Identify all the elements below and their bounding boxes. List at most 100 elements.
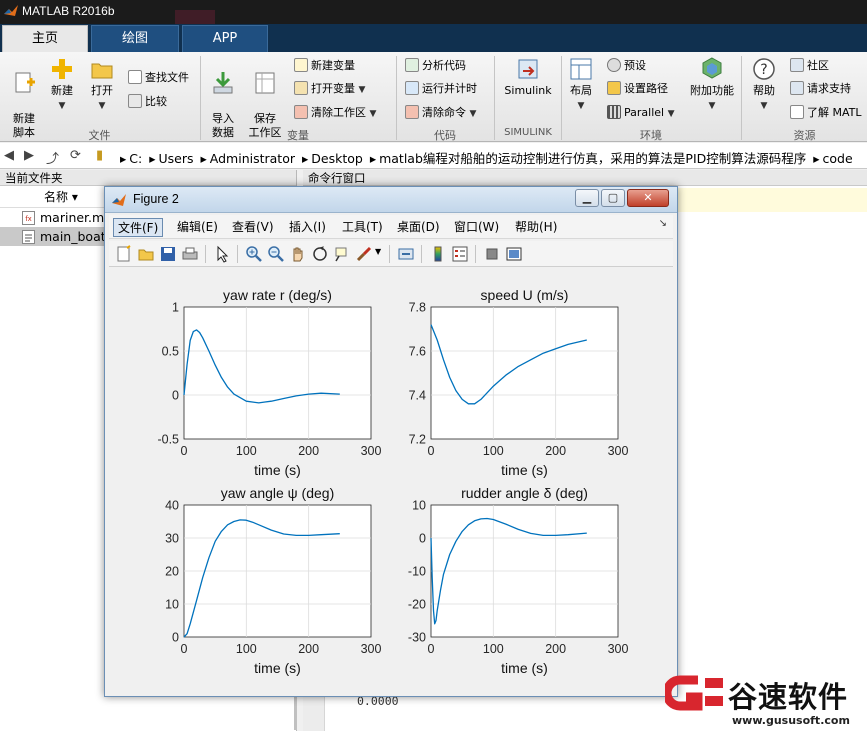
layout-button[interactable]: 布局 ▼ (557, 56, 605, 113)
layout-icon (570, 58, 592, 80)
forward-arrow-icon[interactable]: ▶ (24, 148, 34, 163)
hide-plot-tools-icon[interactable] (483, 245, 501, 263)
figure-menubar: 文件(F) 编辑(E) 查看(V) 插入(I) 工具(T) 桌面(D) 窗口(W… (109, 215, 673, 239)
community-label: 社区 (807, 59, 829, 72)
x-tick-label: 100 (236, 642, 257, 656)
x-tick-label: 100 (483, 642, 504, 656)
tab-home[interactable]: 主页 (2, 25, 88, 52)
rotate-3d-icon[interactable] (311, 245, 329, 263)
parallel-icon (607, 105, 621, 119)
addons-button[interactable]: 附加功能 ▼ (686, 56, 738, 113)
clear-workspace-icon (294, 105, 308, 119)
menu-desktop[interactable]: 桌面(D) (393, 218, 444, 237)
learn-matlab-icon (790, 105, 804, 119)
axes-title: yaw rate r (deg/s) (223, 287, 332, 303)
menu-window[interactable]: 窗口(W) (450, 218, 503, 237)
new-variable-label: 新建变量 (311, 59, 355, 72)
breadcrumb-segment[interactable]: C: (129, 151, 142, 166)
data-cursor-icon[interactable] (333, 245, 351, 263)
community-button[interactable]: 社区 (790, 56, 829, 76)
new-variable-button[interactable]: 新建变量 (294, 56, 355, 76)
y-tick-label: -10 (408, 565, 426, 579)
show-plot-tools-icon[interactable] (505, 245, 523, 263)
legend-icon[interactable] (451, 245, 469, 263)
help-button[interactable]: ? 帮助 ▼ (740, 56, 788, 113)
brush-icon[interactable] (355, 245, 373, 263)
community-icon (790, 58, 804, 72)
command-window-title: 命令行窗口 (303, 170, 867, 186)
learn-matlab-button[interactable]: 了解 MATL (790, 103, 862, 123)
app-title: MATLAB R2016b (22, 4, 115, 18)
compare-button[interactable]: 比较 (128, 92, 167, 112)
new-figure-icon[interactable] (115, 245, 133, 263)
menu-view[interactable]: 查看(V) (228, 218, 278, 237)
pan-hand-icon[interactable] (289, 245, 307, 263)
learn-matlab-label: 了解 MATL (807, 106, 862, 119)
preferences-label: 预设 (624, 59, 646, 72)
analyze-code-button[interactable]: 分析代码 (405, 56, 466, 76)
menu-file[interactable]: 文件(F) (113, 218, 164, 237)
back-arrow-icon[interactable]: ◀ (4, 148, 14, 163)
simulink-button[interactable]: Simulink (500, 56, 556, 98)
y-tick-label: -20 (408, 598, 426, 612)
folder-open-icon (91, 63, 113, 79)
script-file-icon (22, 230, 35, 244)
y-tick-label: 10 (412, 499, 426, 513)
open-file-icon[interactable] (137, 245, 155, 263)
dock-arrow-icon[interactable]: ↘ (659, 218, 667, 229)
clear-workspace-button[interactable]: 清除工作区 ▼ (294, 103, 376, 123)
y-tick-label: 0 (172, 631, 179, 645)
colorbar-icon[interactable] (429, 245, 447, 263)
maximize-button[interactable]: ▢ (601, 189, 625, 207)
find-files-icon (128, 70, 142, 84)
tab-apps[interactable]: APP (182, 25, 268, 52)
find-files-button[interactable]: 查找文件 (128, 68, 189, 88)
request-support-icon (790, 81, 804, 95)
breadcrumb-segment[interactable]: matlab编程对船舶的运动控制进行仿真，采用的算法是PID控制算法源码程序 (379, 151, 806, 166)
help-label: 帮助 (753, 84, 775, 97)
breadcrumb-segment[interactable]: code (823, 151, 853, 166)
address-bar: ◀ ▶ ⤴ ⟳ ▮ ▸ C: ▸ Users ▸ Administrator ▸ Des… (0, 143, 867, 169)
open-button[interactable]: 打开 ▼ (78, 56, 126, 113)
run-and-time-button[interactable]: 运行并计时 (405, 79, 477, 99)
print-icon[interactable] (181, 245, 199, 263)
clear-commands-button[interactable]: 清除命令 ▼ (405, 103, 476, 123)
import-data-icon (213, 72, 233, 94)
new-icon (52, 59, 72, 79)
up-folder-icon[interactable]: ⤴ (46, 148, 59, 167)
open-variable-button[interactable]: 打开变量 ▼ (294, 79, 365, 99)
matlab-titlebar: MATLAB R2016b (0, 0, 867, 24)
link-plot-icon[interactable] (397, 245, 415, 263)
menu-insert[interactable]: 插入(I) (285, 218, 330, 237)
menu-edit[interactable]: 编辑(E) (173, 218, 222, 237)
clear-commands-icon (405, 105, 419, 119)
y-tick-label: 40 (165, 499, 179, 513)
zoom-in-icon[interactable] (245, 245, 263, 263)
breadcrumb-segment[interactable]: Users (159, 151, 194, 166)
pointer-icon[interactable] (213, 245, 231, 263)
save-icon[interactable] (159, 245, 177, 263)
x-axis-label: time (s) (501, 462, 548, 478)
minimize-button[interactable]: ▁ (575, 189, 599, 207)
x-tick-label: 300 (608, 642, 629, 656)
close-button[interactable]: ✕ (627, 189, 669, 207)
request-support-button[interactable]: 请求支持 (790, 79, 851, 99)
figure-titlebar[interactable]: Figure 2 ▁ ▢ ✕ (105, 187, 677, 213)
menu-tools[interactable]: 工具(T) (338, 218, 387, 237)
toolbar-separator (205, 245, 206, 263)
parallel-button[interactable]: Parallel ▼ (607, 103, 675, 123)
m-file-icon: fx (22, 211, 35, 225)
tab-plots[interactable]: 绘图 (91, 25, 179, 52)
brush-dropdown-icon[interactable]: ▼ (375, 247, 381, 256)
browse-icon[interactable]: ⟳ (70, 148, 81, 163)
breadcrumb-segment[interactable]: Administrator (210, 151, 295, 166)
x-tick-label: 300 (361, 444, 382, 458)
folder-icon: ▮ (96, 148, 104, 163)
menu-help[interactable]: 帮助(H) (511, 218, 561, 237)
set-path-button[interactable]: 设置路径 (607, 79, 668, 99)
zoom-out-icon[interactable] (267, 245, 285, 263)
preferences-button[interactable]: 预设 (607, 56, 646, 76)
figure-window: Figure 2 ▁ ▢ ✕ 文件(F) 编辑(E) 查看(V) 插入(I) 工… (104, 186, 678, 697)
breadcrumb-segment[interactable]: Desktop (311, 151, 363, 166)
axes-box (430, 306, 619, 440)
